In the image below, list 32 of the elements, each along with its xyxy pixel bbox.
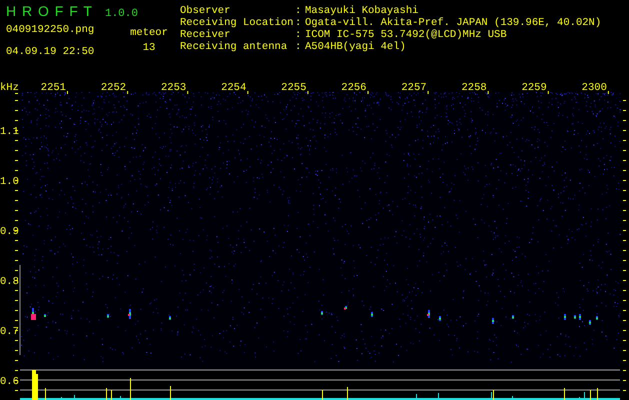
file-name: 0409192250.png <box>6 24 96 36</box>
time-label: 2254 <box>221 82 246 94</box>
info-value: A504HB(yagi 4el) <box>305 41 407 53</box>
time-label: 2255 <box>281 82 306 94</box>
version-label: 1.0.0 <box>104 8 138 20</box>
date-time: 04.09.19 22:50 <box>6 46 96 58</box>
info-label: Receiving antenna <box>180 41 288 53</box>
time-label: 2259 <box>522 82 547 94</box>
time-label: 2256 <box>341 82 366 94</box>
info-value: Ogata-vill. Akita-Pref. JAPAN (139.96E, 40.02N) <box>305 17 602 29</box>
frequency-label: 1.1 <box>0 126 19 138</box>
counter-value: 13 <box>142 42 156 54</box>
info-label: Receiver <box>180 29 232 41</box>
separator: : <box>295 5 302 17</box>
time-label: 2300 <box>582 82 607 94</box>
info-value: Masayuki Kobayashi <box>305 5 420 17</box>
info-value: ICOM IC-575 53.7492(@LCD)MHz USB <box>305 29 508 41</box>
separator: : <box>295 41 302 53</box>
separator: : <box>295 29 302 41</box>
unit-label: kHz <box>0 82 19 94</box>
info-label: Receiving Location <box>180 17 294 29</box>
frequency-label: 0.9 <box>0 226 19 238</box>
info-label: Observer <box>180 5 232 17</box>
app-title: H R O F F T <box>6 3 93 19</box>
time-label: 2251 <box>40 82 66 94</box>
frequency-label: 0.7 <box>0 326 19 338</box>
counter-label: meteor <box>130 27 168 39</box>
time-label: 2258 <box>461 82 487 94</box>
time-label: 2257 <box>401 82 427 94</box>
time-label: 2252 <box>100 82 126 94</box>
separator: : <box>295 17 302 29</box>
time-label: 2253 <box>160 82 186 94</box>
